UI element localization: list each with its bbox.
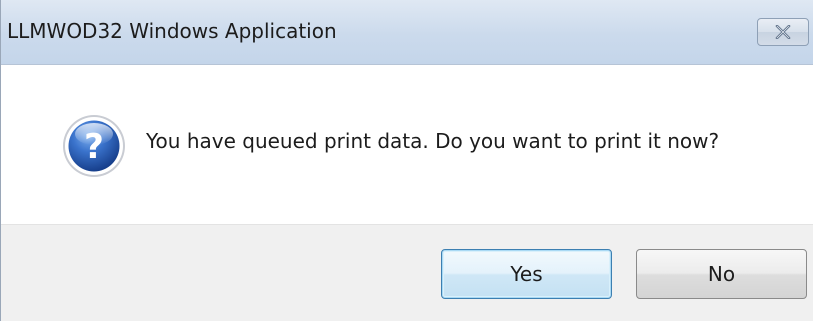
question-icon: ?: [61, 113, 127, 179]
close-icon: [775, 25, 791, 39]
no-button[interactable]: No: [636, 249, 807, 299]
dialog-body: ? You have queued print data. Do you wan…: [1, 65, 813, 224]
dialog-message: You have queued print data. Do you want …: [146, 129, 720, 153]
window-title: LLMWOD32 Windows Application: [7, 19, 337, 43]
svg-text:?: ?: [84, 127, 104, 167]
title-bar[interactable]: LLMWOD32 Windows Application: [1, 0, 813, 65]
button-bar: Yes No: [1, 224, 813, 321]
yes-button[interactable]: Yes: [441, 249, 612, 299]
message-dialog: LLMWOD32 Windows Application ? You have …: [0, 0, 813, 321]
close-button[interactable]: [757, 18, 809, 46]
